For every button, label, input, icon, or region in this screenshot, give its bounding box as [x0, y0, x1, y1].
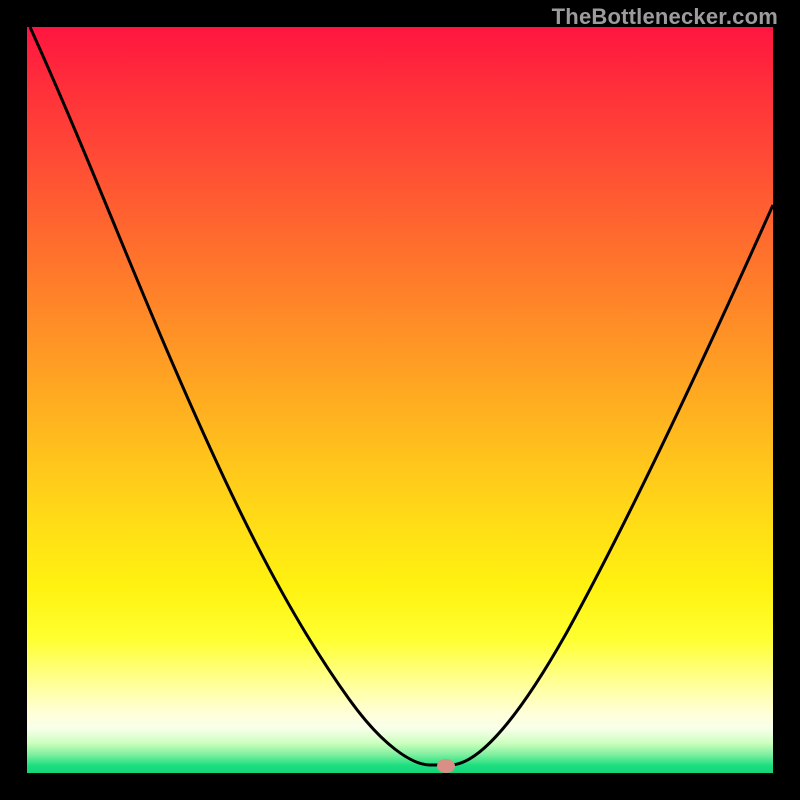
- watermark-text: TheBottlenecker.com: [552, 4, 778, 30]
- plot-gradient-background: [27, 27, 773, 773]
- chart-container: TheBottlenecker.com: [0, 0, 800, 800]
- optimal-point-marker: [437, 759, 455, 773]
